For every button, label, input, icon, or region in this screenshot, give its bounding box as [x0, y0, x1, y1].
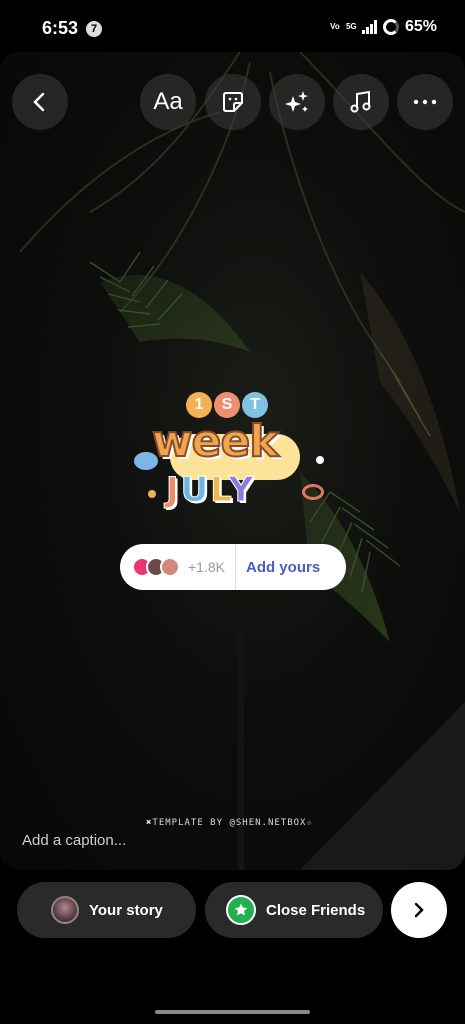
template-credit: ✖TEMPLATE BY @SHEN.NETBOX☆ [146, 818, 313, 828]
close-friends-button[interactable]: Close Friends [205, 882, 383, 938]
avatar [51, 896, 79, 924]
music-button[interactable] [333, 74, 389, 130]
chevron-right-icon [414, 902, 424, 918]
ordinal-label: 1 S T [186, 392, 268, 418]
divider [234, 544, 236, 590]
sticker-button[interactable] [205, 74, 261, 130]
battery-icon [382, 19, 399, 35]
ordinal-char: T [242, 392, 268, 418]
your-story-button[interactable]: Your story [17, 882, 196, 938]
volte-icon: Vo [330, 22, 340, 31]
decor-star [316, 456, 324, 464]
close-friends-label: Close Friends [266, 901, 366, 919]
july-letter: U [180, 470, 211, 511]
star-icon [226, 895, 256, 925]
more-options-button[interactable] [397, 74, 453, 130]
july-letter: J [166, 470, 181, 511]
notification-badge: 7 [86, 21, 102, 37]
story-canvas[interactable]: Aa 1 S T week JULY +1.8K Add yours ✖TEMP… [0, 52, 465, 870]
more-icon [413, 99, 437, 105]
text-tool-button[interactable]: Aa [140, 74, 196, 130]
battery-percent: 65% [404, 18, 437, 35]
status-time: 6:53 [42, 18, 79, 38]
text-tool-label: Aa [153, 88, 183, 115]
participant-count: +1.8K [188, 559, 225, 575]
sparkles-icon [285, 91, 308, 112]
status-bar: 6:53 7 Vo 5G 65% [0, 0, 465, 58]
next-button[interactable] [391, 882, 447, 938]
participant-avatars [132, 557, 180, 577]
effects-button[interactable] [269, 74, 325, 130]
back-button[interactable] [12, 74, 68, 130]
add-yours-sticker[interactable]: +1.8K Add yours [120, 544, 346, 590]
sticker-word-july: JULY [166, 470, 256, 511]
music-note-icon [350, 90, 371, 113]
ordinal-char: 1 [186, 392, 212, 418]
chevron-left-icon [33, 92, 45, 112]
decor-dot [148, 490, 156, 498]
add-yours-button[interactable]: Add yours [246, 559, 320, 576]
network-type: 5G [345, 22, 357, 31]
ordinal-char: S [214, 392, 240, 418]
avatar [160, 557, 180, 577]
sticker-icon [223, 92, 243, 112]
week-july-sticker[interactable]: 1 S T week JULY [130, 390, 335, 530]
signal-icon [361, 20, 377, 34]
home-indicator[interactable] [155, 1010, 310, 1014]
sticker-word-week: week [151, 415, 280, 468]
july-letter: L [210, 470, 229, 511]
july-letter: Y [228, 470, 256, 511]
your-story-label: Your story [89, 901, 163, 919]
decor-swirl [302, 484, 324, 500]
caption-input[interactable]: Add a caption... [22, 832, 126, 849]
status-icons: Vo 5G 65% [330, 18, 437, 36]
